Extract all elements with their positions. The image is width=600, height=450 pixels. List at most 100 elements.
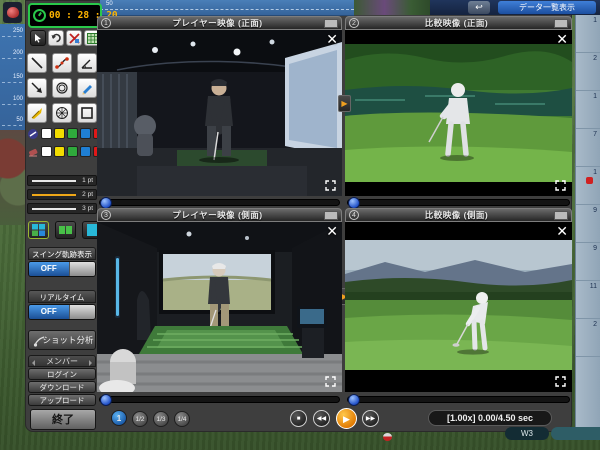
arrow-tool-button[interactable] [27, 78, 47, 98]
axis-label: 250 [13, 28, 23, 34]
toggle-knob[interactable] [69, 262, 95, 276]
speed-half-button[interactable]: 1/2 [132, 411, 148, 427]
speed-quarter-button[interactable]: 1/4 [174, 411, 190, 427]
fullscreen-icon[interactable] [325, 180, 336, 191]
shot-analysis-button[interactable]: ショット分析 [28, 330, 96, 350]
pen-color-icon [27, 128, 39, 140]
panel2-number: 2 [349, 18, 359, 28]
exit-button[interactable]: 終了 [30, 409, 96, 430]
panel2-scrubber[interactable] [347, 199, 570, 206]
close-icon[interactable]: ✕ [326, 224, 338, 238]
swing-trajectory-toggle[interactable]: OFF [28, 261, 96, 277]
toggle-knob[interactable] [69, 305, 95, 319]
fullscreen-icon[interactable] [555, 180, 566, 191]
angle-icon [80, 56, 94, 70]
panel3-scrubber[interactable] [99, 396, 340, 403]
background-teal-pill [551, 427, 600, 440]
fullscreen-icon[interactable] [325, 376, 336, 387]
layout-dual-button[interactable] [55, 221, 76, 239]
data-cell: 9 [576, 205, 600, 243]
close-icon[interactable]: ✕ [326, 32, 338, 46]
panel-advance-button-top[interactable]: ▶ [338, 95, 351, 112]
quad-view-icon [32, 224, 45, 236]
eraser-color-swatch[interactable] [80, 146, 91, 157]
cursor-icon [33, 33, 43, 43]
eraser-color-swatch[interactable] [41, 146, 52, 157]
pen-color-swatch[interactable] [80, 128, 91, 139]
undo-tool-button[interactable] [48, 30, 64, 46]
axis-label: 200 [13, 50, 23, 56]
background-data-column: 1 2 1 7 1 9 9 11 2 [575, 15, 600, 432]
curve-tool-button[interactable] [52, 53, 72, 73]
layout-quad-button[interactable] [28, 221, 49, 239]
pen-color-swatch[interactable] [41, 128, 52, 139]
grid-overlay-icon[interactable] [324, 19, 338, 28]
red-marker-icon [586, 177, 593, 184]
axis-label: 150 [13, 74, 23, 80]
speed-1x-button[interactable]: 1 [111, 410, 127, 426]
table-icon [87, 33, 98, 44]
background-small-item [383, 433, 392, 441]
rectangle-tool-button[interactable] [77, 103, 97, 123]
member-header: メンバー [28, 355, 96, 367]
line-width-2pt[interactable]: 2 pt [27, 189, 97, 200]
background-photo [0, 130, 26, 225]
pen-color-swatch[interactable] [67, 128, 78, 139]
pencil-tool-button[interactable] [77, 78, 97, 98]
data-cell: 2 [576, 53, 600, 91]
video-player-side[interactable]: ✕ [97, 222, 342, 392]
eraser-color-swatch[interactable] [54, 146, 65, 157]
undo-icon[interactable]: ↩ [468, 1, 490, 14]
pen-color-swatch[interactable] [54, 128, 65, 139]
line-width-1pt[interactable]: 1 pt [27, 175, 97, 186]
grid-overlay-icon[interactable] [324, 211, 338, 220]
data-list-button[interactable]: データ一覧表示 [498, 1, 596, 14]
panel2-title: 比較映像 (正面) [359, 17, 554, 29]
video-player-front[interactable]: ✕ [97, 30, 342, 196]
eraser-color-icon [27, 146, 39, 158]
step-forward-button[interactable]: ▶▶ [362, 410, 379, 427]
panel3-header: 3 プレイヤー映像 (側面) [97, 208, 342, 222]
panel1-scrubber[interactable] [99, 199, 340, 206]
grid-overlay-icon[interactable] [554, 211, 568, 220]
realtime-toggle[interactable]: OFF [28, 304, 96, 320]
axis-label: 100 [13, 96, 23, 102]
circle-tool-button[interactable] [52, 78, 72, 98]
speed-third-button[interactable]: 1/3 [153, 411, 169, 427]
grid-overlay-icon[interactable] [554, 19, 568, 28]
video-comparison-side[interactable]: ✕ [345, 222, 572, 392]
highlighter-icon [30, 106, 44, 120]
download-button[interactable]: ダウンロード [28, 381, 96, 393]
scrubber-thumb[interactable] [348, 394, 360, 406]
background-photo-strip [354, 0, 430, 15]
video-comparison-front[interactable]: ✕ [345, 30, 572, 196]
arrow-icon [30, 81, 44, 95]
scrubber-thumb[interactable] [100, 394, 112, 406]
close-icon[interactable]: ✕ [556, 32, 568, 46]
angle-tool-button[interactable] [77, 53, 97, 73]
swing-trajectory-label: スイング軌跡表示 [28, 247, 96, 260]
panel4-scrubber[interactable] [347, 396, 570, 403]
pencil-icon [80, 81, 94, 95]
highlighter-tool-button[interactable] [27, 103, 47, 123]
panel4-header: 4 比較映像 (側面) [345, 208, 572, 222]
step-back-button[interactable]: ◀◀ [313, 410, 330, 427]
wheel-tool-button[interactable] [52, 103, 72, 123]
data-cell: 1 [576, 167, 600, 205]
line-tool-button[interactable] [27, 53, 47, 73]
close-icon[interactable]: ✕ [556, 224, 568, 238]
select-tool-button[interactable] [30, 30, 46, 46]
panel3-title: プレイヤー映像 (側面) [111, 209, 324, 221]
upload-button[interactable]: アップロード [28, 394, 96, 406]
line-icon [30, 56, 44, 70]
play-button[interactable]: ▶ [336, 408, 357, 429]
login-button[interactable]: ログイン [28, 368, 96, 380]
line-width-3pt[interactable]: 3 pt [27, 203, 97, 214]
player-front-scene [97, 30, 342, 196]
data-cell: 7 [576, 129, 600, 167]
delete-annotations-button[interactable] [66, 30, 82, 46]
eraser-color-swatch[interactable] [67, 146, 78, 157]
panel3-number: 3 [101, 210, 111, 220]
stop-button[interactable]: ■ [290, 410, 307, 427]
fullscreen-icon[interactable] [555, 376, 566, 387]
